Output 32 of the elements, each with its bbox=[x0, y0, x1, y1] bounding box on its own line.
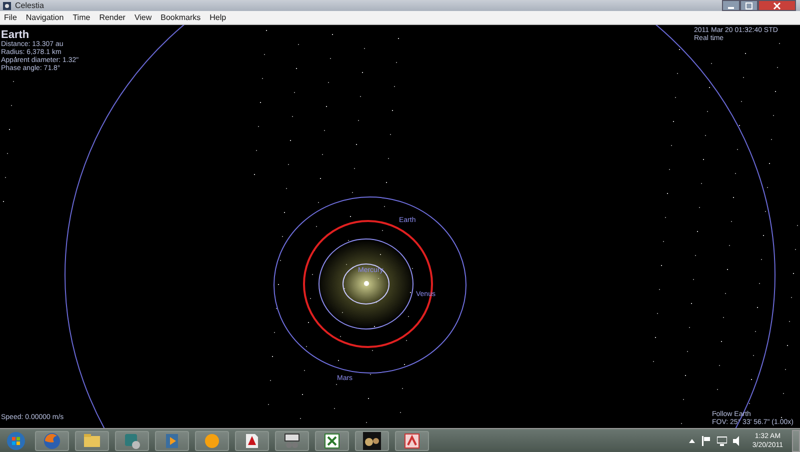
sun-dot bbox=[364, 281, 369, 286]
taskbar-button[interactable] bbox=[355, 430, 389, 450]
sun-icon bbox=[203, 432, 221, 450]
object-name: Earth bbox=[1, 29, 30, 41]
app-icon bbox=[2, 0, 12, 10]
close-icon bbox=[773, 2, 781, 10]
document-icon bbox=[403, 432, 421, 450]
menu-item[interactable]: Render bbox=[99, 13, 126, 22]
globe-icon bbox=[43, 432, 61, 450]
taskbar-button[interactable] bbox=[275, 430, 309, 450]
menu-item[interactable]: Time bbox=[72, 13, 90, 22]
menu-item[interactable]: Navigation bbox=[26, 13, 64, 22]
windows-logo-icon bbox=[6, 430, 26, 450]
menu-item[interactable]: Help bbox=[210, 13, 226, 22]
menu-item[interactable]: File bbox=[4, 13, 17, 22]
expand-tray-icon bbox=[689, 438, 696, 444]
flag-icon bbox=[701, 436, 712, 446]
folder-icon bbox=[83, 432, 101, 450]
maximize-button[interactable] bbox=[740, 0, 758, 11]
spreadsheet-icon bbox=[323, 432, 341, 450]
window-title: Celestia bbox=[15, 1, 44, 10]
taskbar-button[interactable] bbox=[315, 430, 349, 450]
play-icon bbox=[163, 432, 181, 450]
monitor-icon bbox=[717, 436, 728, 446]
maximize-icon bbox=[745, 2, 753, 10]
taskbar-button[interactable] bbox=[235, 430, 269, 450]
document-icon bbox=[243, 432, 261, 450]
planets-icon bbox=[363, 432, 381, 450]
menu-item[interactable]: Bookmarks bbox=[160, 13, 201, 22]
menu-item[interactable]: View bbox=[134, 13, 152, 22]
minimize-button[interactable] bbox=[722, 0, 740, 11]
close-button[interactable] bbox=[758, 0, 796, 11]
